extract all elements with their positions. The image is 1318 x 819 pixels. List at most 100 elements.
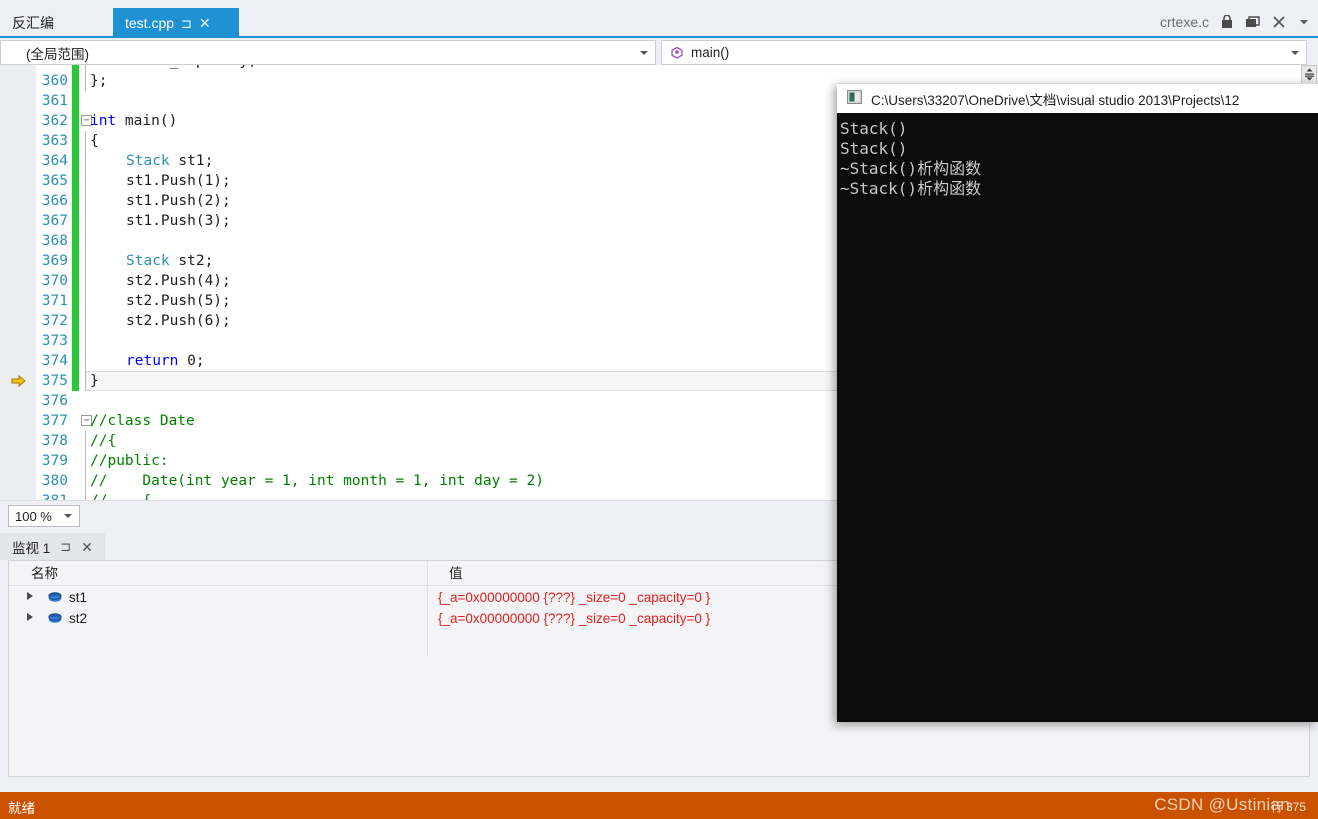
watch-column-separator[interactable] <box>427 561 428 656</box>
line-number: 360 <box>41 73 68 89</box>
watch-column-header[interactable]: 名称 <box>20 561 428 586</box>
fold-guide-line <box>85 331 86 351</box>
tab-disassembly[interactable]: 反汇编 <box>0 8 112 38</box>
document-well-controls: crtexe.c <box>1160 8 1310 36</box>
unsaved-change-bar <box>72 231 79 251</box>
csdn-watermark: CSDN @Ustinian <box>1154 795 1290 814</box>
code-text: Stack st1; <box>126 151 213 171</box>
fold-guide-line <box>85 251 86 271</box>
line-number: 377 <box>41 413 68 429</box>
console-output-line: ~Stack()析构函数 <box>840 159 982 178</box>
line-number: 368 <box>41 233 68 249</box>
watch-variable-value[interactable]: {_a=0x00000000 {???} _size=0 _capacity=0… <box>438 608 710 629</box>
tab-active-underline <box>0 36 1318 38</box>
code-text: }; <box>90 71 107 91</box>
pin-icon[interactable]: ⊐ <box>181 17 192 30</box>
line-number: 378 <box>41 433 68 449</box>
line-number: 367 <box>41 213 68 229</box>
code-text: Stack st2; <box>126 251 213 271</box>
unsaved-change-bar <box>72 331 79 351</box>
code-text: // { <box>90 491 151 500</box>
code-token: // Date(int year = 1, int month = 1, int… <box>90 473 544 489</box>
line-number: 372 <box>41 313 68 329</box>
watch-tab-label: 监视 1 <box>12 540 51 556</box>
code-text: st1.Push(2); <box>126 191 231 211</box>
code-token: } <box>90 373 99 389</box>
code-token: st2.Push(5); <box>126 293 231 309</box>
watch-variable-name[interactable]: st1 <box>69 587 87 608</box>
tab-watch-1[interactable]: 监视 1 ⊐ ✕ <box>0 533 105 560</box>
code-text: //public: <box>90 451 169 471</box>
close-icon[interactable]: ✕ <box>199 16 211 30</box>
scope-dropdown[interactable]: (全局范围) <box>0 40 656 65</box>
code-text: st1.Push(1); <box>126 171 231 191</box>
chevron-down-icon <box>1291 50 1299 55</box>
code-token: main() <box>116 113 178 129</box>
code-token: }; <box>90 73 108 89</box>
expand-arrow-icon[interactable] <box>27 613 33 621</box>
watch-variable-value[interactable]: {_a=0x00000000 {???} _size=0 _capacity=0… <box>438 587 710 608</box>
fold-guide-line <box>85 431 86 451</box>
code-token: st1.Push(1); <box>126 173 231 189</box>
navigation-bar: (全局范围) main() <box>0 40 1318 65</box>
close-icon[interactable]: ✕ <box>81 540 93 554</box>
fold-guide-line <box>85 451 86 471</box>
unsaved-change-bar <box>72 311 79 331</box>
other-document-label[interactable]: crtexe.c <box>1160 14 1209 30</box>
fold-guide-line <box>85 311 86 331</box>
unsaved-change-bar <box>72 71 79 91</box>
code-text: int main() <box>90 111 177 131</box>
code-token: _capacity; <box>152 65 257 69</box>
close-document-icon[interactable] <box>1272 15 1286 29</box>
editor-split-handle[interactable] <box>1301 65 1317 84</box>
console-app-icon <box>847 90 862 107</box>
line-number: 362 <box>41 113 68 129</box>
restore-window-icon[interactable] <box>1245 15 1260 29</box>
line-number: 369 <box>41 253 68 269</box>
method-icon <box>670 46 684 60</box>
fold-guide-line <box>85 131 86 151</box>
code-token: st2; <box>169 253 214 269</box>
console-output-line: Stack() <box>840 139 908 158</box>
pin-icon[interactable]: ⊐ <box>60 540 71 553</box>
code-token: Stack <box>126 253 170 269</box>
console-window[interactable]: C:\Users\33207\OneDrive\文档\visual studio… <box>837 83 1318 722</box>
console-output-line: Stack() <box>840 119 908 138</box>
code-text: st2.Push(6); <box>126 311 231 331</box>
line-number: 373 <box>41 333 68 349</box>
fold-guide-line <box>85 471 86 491</box>
fold-guide-line <box>85 351 86 371</box>
code-text: st2.Push(4); <box>126 271 231 291</box>
code-token: int <box>90 113 117 129</box>
watch-variable-name[interactable]: st2 <box>69 608 87 629</box>
line-number: 370 <box>41 273 68 289</box>
execution-pointer-icon <box>11 374 26 388</box>
line-number: 366 <box>41 193 68 209</box>
fold-guide-line <box>85 271 86 291</box>
unsaved-change-bar <box>72 131 79 151</box>
console-output[interactable]: Stack() Stack() ~Stack()析构函数 ~Stack()析构函数 <box>837 113 1318 722</box>
zoom-level-dropdown[interactable]: 100 % <box>8 505 80 527</box>
console-title-bar[interactable]: C:\Users\33207\OneDrive\文档\visual studio… <box>837 83 1318 113</box>
line-number: 371 <box>41 293 68 309</box>
fold-guide-line <box>85 151 86 171</box>
unsaved-change-bar <box>72 291 79 311</box>
unsaved-change-bar <box>72 251 79 271</box>
expand-arrow-icon[interactable] <box>27 592 33 600</box>
code-text: } <box>90 371 99 391</box>
chevron-down-icon[interactable] <box>1298 16 1310 28</box>
line-number: 375 <box>41 373 68 389</box>
code-text: //{ <box>90 431 116 451</box>
member-dropdown[interactable]: main() <box>661 40 1307 65</box>
fold-guide-line <box>85 231 86 251</box>
line-number: 380 <box>41 473 68 489</box>
tab-disassembly-label: 反汇编 <box>12 15 54 31</box>
tab-test-cpp[interactable]: test.cpp ⊐ ✕ <box>113 8 239 38</box>
unsaved-change-bar <box>72 371 79 391</box>
chevron-down-icon <box>64 514 72 518</box>
lock-icon[interactable] <box>1221 15 1233 29</box>
unsaved-change-bar <box>72 171 79 191</box>
status-message: 就绪 <box>8 801 35 816</box>
document-tab-strip: 反汇编 test.cpp ⊐ ✕ crtexe.c <box>0 0 1318 38</box>
code-token: st1.Push(2); <box>126 193 231 209</box>
